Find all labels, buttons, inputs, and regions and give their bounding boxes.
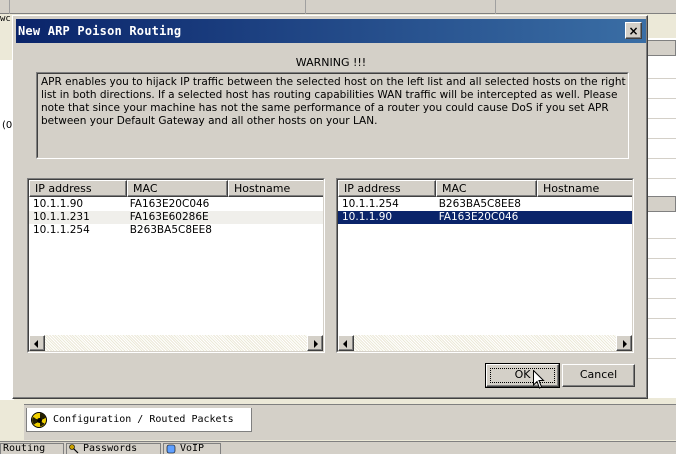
hostname-cell <box>225 211 323 224</box>
scroll-left-arrow-icon[interactable] <box>338 335 354 351</box>
ip-cell: 10.1.1.254 <box>33 224 90 236</box>
key-icon <box>69 444 79 454</box>
mac-cell: B263BA5C8EE8 <box>438 198 521 210</box>
warning-text: APR enables you to hijack IP traffic bet… <box>41 76 626 127</box>
dialog-title: New ARP Poison Routing <box>18 24 182 38</box>
close-button[interactable]: × <box>625 22 642 39</box>
radiation-icon <box>31 411 47 428</box>
focus-rectangle <box>490 368 555 383</box>
column-mac[interactable]: MAC <box>127 180 228 197</box>
right-host-list[interactable]: IP address MAC Hostname 10.1.1.254 B263BA… <box>336 178 634 353</box>
ip-cell: 10.1.1.231 <box>33 211 90 223</box>
hostname-cell <box>225 198 323 211</box>
list-item[interactable]: 10.1.1.254 B263BA5C8EE8 <box>338 198 632 211</box>
tab-voip-label: VoIP <box>180 443 205 454</box>
phone-icon <box>166 444 176 454</box>
column-ip-address[interactable]: IP address <box>29 180 127 197</box>
tab-voip[interactable]: VoIP <box>163 443 221 454</box>
cancel-label: Cancel <box>579 368 618 381</box>
left-list-header: IP address MAC Hostname <box>29 180 323 197</box>
left-host-list-inner: IP address MAC Hostname 10.1.1.90 FA163E2… <box>28 179 324 352</box>
column-hostname[interactable]: Hostname <box>228 180 323 197</box>
right-horizontal-scrollbar[interactable] <box>338 335 632 351</box>
tab-routing-label: Routing <box>3 443 46 454</box>
mac-cell: B263BA5C8EE8 <box>129 224 212 236</box>
dialog-title-bar[interactable]: New ARP Poison Routing × <box>16 19 646 43</box>
scroll-track[interactable] <box>354 335 616 351</box>
right-list-header: IP address MAC Hostname <box>338 180 632 197</box>
mac-cell: FA163E60286E <box>129 211 209 223</box>
tab-passwords-label: Passwords <box>83 443 138 454</box>
hostname-cell <box>534 211 632 224</box>
mac-cell: FA163E20C046 <box>129 198 210 210</box>
column-mac[interactable]: MAC <box>436 180 537 197</box>
hostname-cell <box>534 198 632 211</box>
mouse-pointer-icon <box>533 370 545 389</box>
column-hostname[interactable]: Hostname <box>537 180 632 197</box>
list-item[interactable]: 10.1.1.231 FA163E60286E <box>29 211 323 224</box>
scroll-right-arrow-icon[interactable] <box>616 335 632 351</box>
scroll-left-arrow-icon[interactable] <box>29 335 45 351</box>
ip-cell: 10.1.1.254 <box>342 198 399 210</box>
warning-box: APR enables you to hijack IP traffic bet… <box>36 72 629 159</box>
tab-configuration-routed-packets[interactable]: Configuration / Routed Packets <box>26 408 252 432</box>
warning-title: WARNING !!! <box>295 56 367 69</box>
scroll-right-arrow-icon[interactable] <box>307 335 323 351</box>
left-horizontal-scrollbar[interactable] <box>29 335 323 351</box>
cancel-button[interactable]: Cancel <box>562 364 635 387</box>
ip-cell: 10.1.1.90 <box>33 198 84 210</box>
right-host-list-inner: IP address MAC Hostname 10.1.1.254 B263BA… <box>337 179 633 352</box>
close-icon: × <box>628 23 639 38</box>
left-host-list[interactable]: IP address MAC Hostname 10.1.1.90 FA163E2… <box>27 178 325 353</box>
list-item[interactable]: 10.1.1.90 FA163E20C046 <box>338 211 632 224</box>
mac-cell: FA163E20C046 <box>438 211 519 223</box>
hostname-cell <box>225 224 323 237</box>
tab-routing[interactable]: Routing <box>0 443 64 454</box>
background-right-grid <box>646 38 676 398</box>
scroll-track[interactable] <box>45 335 307 351</box>
tab-label: Configuration / Routed Packets <box>53 414 234 425</box>
list-item[interactable]: 10.1.1.254 B263BA5C8EE8 <box>29 224 323 237</box>
warning-box-inner: APR enables you to hijack IP traffic bet… <box>37 73 628 158</box>
list-item[interactable]: 10.1.1.90 FA163E20C046 <box>29 198 323 211</box>
ip-cell: 10.1.1.90 <box>342 211 393 223</box>
background-left-paren: (0 <box>2 120 13 131</box>
ok-button[interactable]: OK <box>485 363 560 388</box>
new-arp-poison-routing-dialog: New ARP Poison Routing × WARNING !!! APR… <box>12 15 648 399</box>
left-list-rows: 10.1.1.90 FA163E20C046 10.1.1.231 FA163E602… <box>29 198 323 237</box>
column-ip-address[interactable]: IP address <box>338 180 436 197</box>
right-list-rows: 10.1.1.254 B263BA5C8EE8 10.1.1.90 FA163E20C… <box>338 198 632 224</box>
tab-passwords[interactable]: Passwords <box>66 443 161 454</box>
background-left-label: wc <box>0 14 11 24</box>
background-toolbar-strip <box>0 0 676 14</box>
